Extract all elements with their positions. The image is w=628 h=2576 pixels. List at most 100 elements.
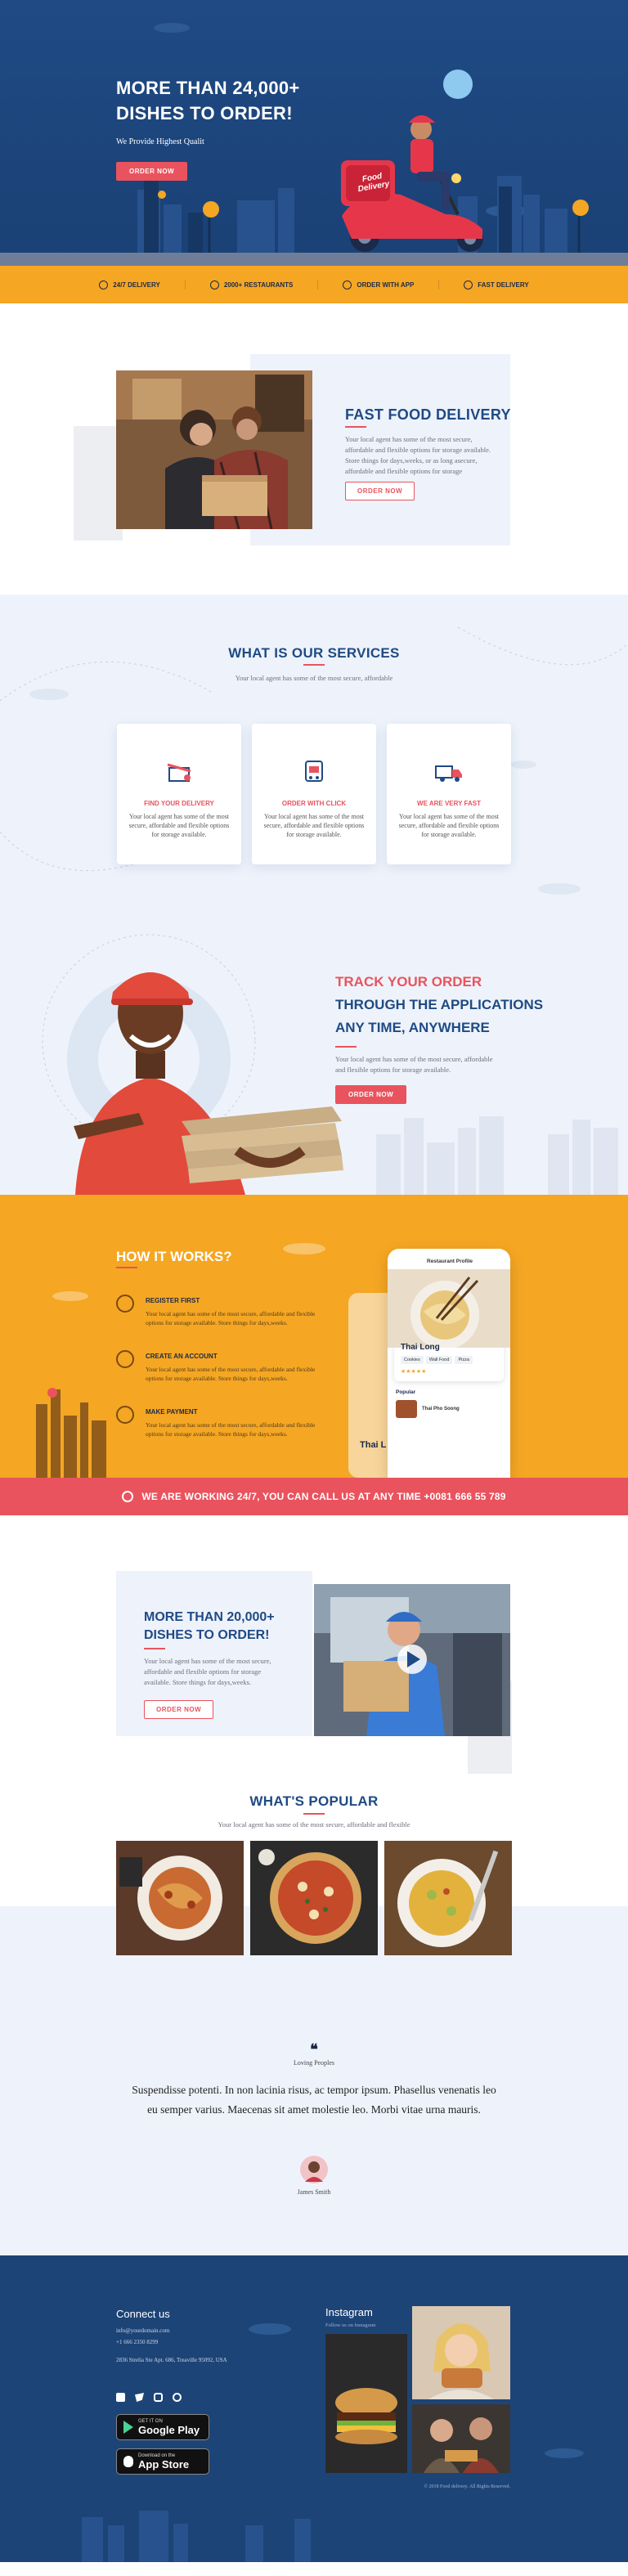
popular-item[interactable]: Thai Pho Soong	[396, 1400, 510, 1418]
call-banner: WE ARE WORKING 24/7, YOU CAN CALL US AT …	[0, 1478, 628, 1515]
popular-item-name: Thai Pho Soong	[422, 1407, 460, 1411]
title-underline	[335, 1046, 357, 1048]
tag-chip[interactable]: Wall Food	[425, 1356, 453, 1364]
service-card-body: Your local agent has some of the most se…	[398, 813, 500, 838]
instagram-burger-photo[interactable]	[325, 2334, 407, 2473]
service-card-body: Your local agent has some of the most se…	[128, 813, 230, 838]
quote-icon: ❝	[310, 2041, 318, 2058]
tag-chip[interactable]: Cookies	[401, 1356, 424, 1364]
footer-background	[82, 2323, 584, 2562]
how-step: MAKE PAYMENT Your local agent has some of…	[116, 1406, 325, 1438]
call-phone-link[interactable]: +0081 666 55 789	[424, 1491, 505, 1502]
ground-strip	[0, 253, 628, 266]
google-play-button[interactable]: GET IT ON Google Play	[116, 2414, 209, 2440]
popular-subtitle: Your local agent has some of the most se…	[218, 1820, 410, 1829]
service-card-title: FIND YOUR DELIVERY	[144, 800, 214, 807]
how-step: CREATE AN ACCOUNT Your local agent has so…	[116, 1350, 325, 1383]
step-title: CREATE AN ACCOUNT	[146, 1353, 218, 1360]
sun-shape	[443, 70, 473, 99]
feature-fast: FAST DELIVERY	[439, 280, 553, 289]
step-title: REGISTER FIRST	[146, 1297, 200, 1304]
footer-phone[interactable]: +1 666 2350 8299	[116, 2339, 158, 2345]
pasta-photo[interactable]	[116, 1841, 244, 1955]
twitter-icon[interactable]	[135, 2393, 144, 2402]
footer-section: Connect us info@yourdomain.com +1 666 23…	[0, 2255, 628, 2562]
step-body: Your local agent has some of the most se…	[146, 1421, 316, 1438]
video-thumbnail[interactable]	[314, 1584, 510, 1736]
services-section: WHAT IS OUR SERVICES Your local agent ha…	[0, 595, 628, 913]
track-title-line2: THROUGH THE APPLICATIONS	[335, 997, 544, 1012]
gift-icon	[167, 763, 191, 782]
more-title-line2: DISHES TO ORDER!	[144, 1628, 270, 1642]
feature-label: ORDER WITH APP	[357, 280, 415, 289]
testimonial-label: Loving Peoples	[294, 2059, 334, 2067]
decor-block	[74, 426, 123, 541]
step-circle-icon	[116, 1350, 134, 1368]
step-title: MAKE PAYMENT	[146, 1408, 198, 1416]
track-order-button[interactable]: ORDER NOW	[335, 1085, 407, 1104]
footer-address: 2836 Strelia Ste Apt. 686, Treaville 950…	[116, 2357, 227, 2363]
couple-photo	[116, 370, 312, 529]
popular-label: Popular	[396, 1389, 416, 1395]
noodle-bowl-image	[388, 1269, 510, 1348]
tag-chip[interactable]: Pizza	[455, 1356, 473, 1364]
fastfood-title: FAST FOOD DELIVERY	[345, 406, 511, 423]
service-card-title: ORDER WITH CLICK	[281, 800, 347, 807]
dish-thumbnail	[396, 1400, 417, 1418]
service-card-body: Your local agent has some of the most se…	[263, 813, 365, 838]
cart-icon	[305, 761, 323, 782]
instagram-friends-photo[interactable]	[412, 2404, 510, 2473]
testimonial-quote: Suspendisse potenti. In non lacinia risu…	[132, 2084, 496, 2116]
feature-label: 2000+ RESTAURANTS	[223, 280, 294, 289]
hero-title: MORE THAN 24,000+ DISHES TO ORDER!	[116, 75, 361, 126]
phone-icon	[343, 280, 352, 289]
dribbble-icon[interactable]	[173, 2393, 182, 2402]
hero-title-line1: MORE THAN 24,000+	[116, 78, 300, 98]
feature-app: ORDER WITH APP	[318, 280, 440, 289]
author-avatar	[300, 2156, 328, 2183]
feature-label: 24/7 DELIVERY	[113, 280, 160, 289]
track-title-line1: TRACK YOUR ORDER	[335, 974, 482, 990]
step-body: Your local agent has some of the most se…	[146, 1310, 316, 1326]
title-underline	[144, 1648, 165, 1649]
how-it-works-section: HOW IT WORKS? REGISTER FIRST Your local a…	[0, 1195, 628, 1478]
more-order-button[interactable]: ORDER NOW	[144, 1700, 214, 1719]
instagram-icon[interactable]	[154, 2393, 163, 2402]
truck-icon	[435, 765, 462, 782]
service-card: FIND YOUR DELIVERY Your local agent has …	[117, 724, 241, 864]
service-card: ORDER WITH CLICK Your local agent has so…	[252, 724, 376, 864]
feature-restaurants: 2000+ RESTAURANTS	[186, 280, 319, 289]
instagram-woman-photo[interactable]	[412, 2306, 510, 2399]
copyright: © 2018 Food delivery. All Rights Reserve…	[424, 2484, 511, 2489]
track-title: TRACK YOUR ORDER THROUGH THE APPLICATION…	[335, 971, 543, 1039]
social-links	[116, 2393, 182, 2402]
title-underline	[345, 426, 366, 428]
feature-delivery: 24/7 DELIVERY	[74, 280, 186, 289]
store-icon	[209, 280, 219, 289]
title-underline	[303, 1813, 325, 1815]
facebook-icon[interactable]	[116, 2393, 125, 2402]
author-name: James Smith	[297, 2188, 331, 2196]
pizza-photo[interactable]	[250, 1841, 378, 1955]
title-underline	[116, 1267, 137, 1268]
more-body: Your local agent has some of the most se…	[144, 1657, 271, 1686]
instagram-title: Instagram	[325, 2306, 373, 2318]
connect-title: Connect us	[116, 2308, 170, 2320]
rating-stars-icon: ★★★★★	[401, 1369, 427, 1375]
more-title: MORE THAN 20,000+ DISHES TO ORDER!	[144, 1609, 275, 1645]
footer-email[interactable]: info@yourdomain.com	[116, 2327, 169, 2334]
hero-tagline: We Provide Highest Qualit	[116, 137, 204, 146]
how-step: REGISTER FIRST Your local agent has some …	[116, 1295, 325, 1327]
step-body: Your local agent has some of the most se…	[146, 1366, 316, 1382]
instagram-subtitle: Follow us on Instagram	[325, 2322, 376, 2328]
hero-order-button[interactable]: ORDER NOW	[116, 162, 188, 181]
truck-icon	[464, 280, 473, 289]
fastfood-order-button[interactable]: ORDER NOW	[345, 482, 415, 500]
fastfood-body: Your local agent has some of the most se…	[345, 435, 491, 475]
feature-label: FAST DELIVERY	[478, 280, 529, 289]
track-illustration	[42, 934, 618, 1195]
app-store-button[interactable]: Download on the App Store	[116, 2448, 209, 2475]
store-big-text: App Store	[138, 2457, 190, 2471]
service-card-title: WE ARE VERY FAST	[417, 800, 481, 807]
curry-photo[interactable]	[384, 1841, 512, 1955]
